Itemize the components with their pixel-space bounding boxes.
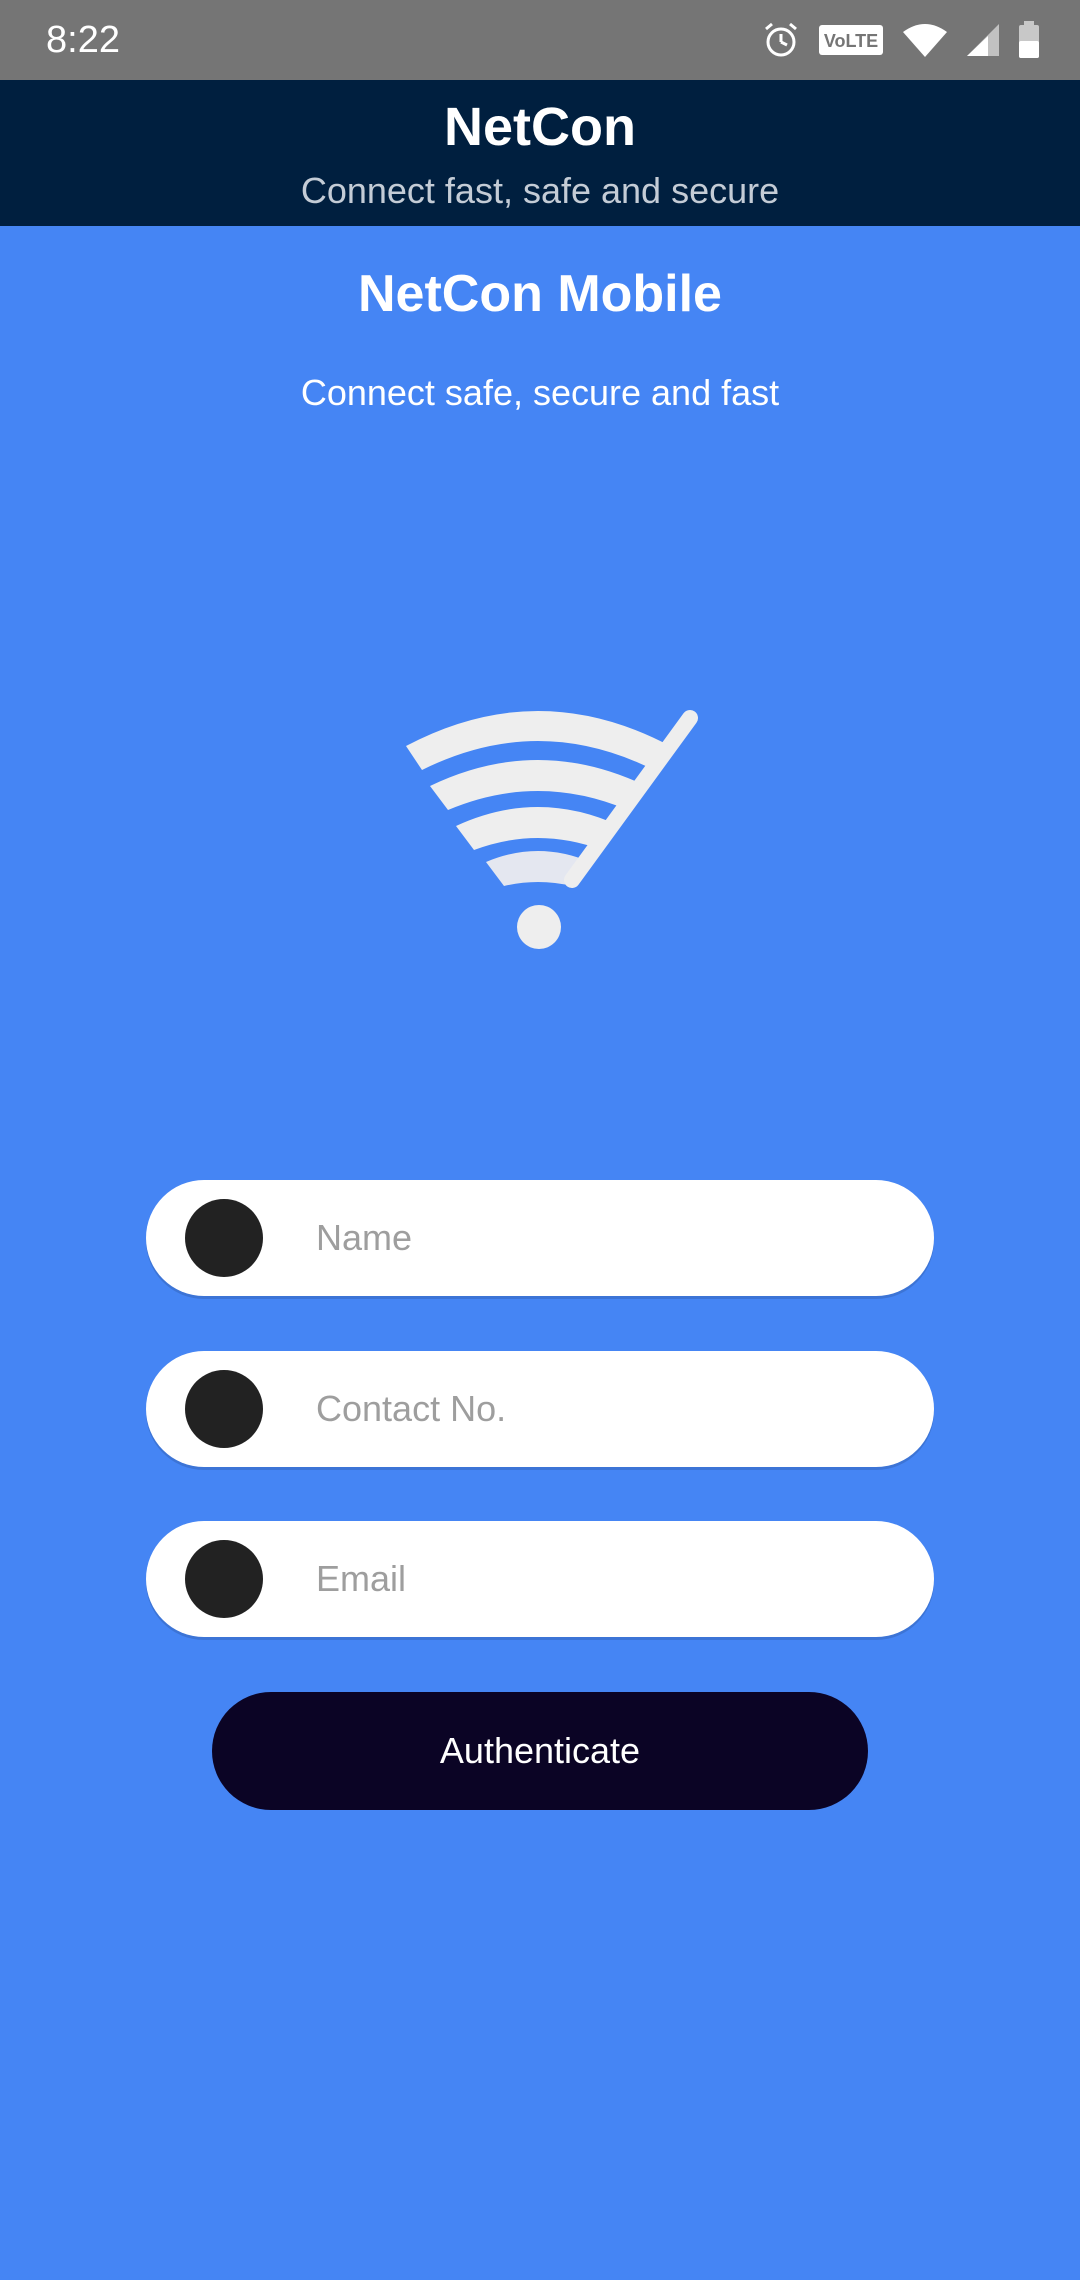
volte-icon: VoLTE (818, 23, 884, 57)
email-field-icon (185, 1540, 263, 1618)
contact-field-icon (185, 1370, 263, 1448)
email-input[interactable] (316, 1521, 896, 1637)
cell-signal-icon (966, 22, 1000, 58)
app-subtitle: Connect fast, safe and secure (300, 170, 780, 211)
alarm-icon (762, 21, 800, 59)
contact-input[interactable] (316, 1351, 896, 1467)
page-heading: NetCon Mobile (358, 265, 722, 323)
authenticate-button[interactable]: Authenticate (212, 1692, 868, 1810)
svg-text:VoLTE: VoLTE (824, 31, 878, 51)
battery-icon (1018, 21, 1040, 59)
name-field-icon (185, 1199, 263, 1277)
contact-field[interactable] (146, 1351, 934, 1467)
status-bar: 8:22 VoLTE (0, 0, 1080, 80)
wifi-off-icon (400, 690, 700, 960)
status-icons: VoLTE (762, 0, 1040, 80)
page-tagline: Connect safe, secure and fast (300, 372, 780, 413)
wifi-icon (902, 22, 948, 58)
app-title: NetCon (444, 97, 636, 157)
app-bar: NetCon Connect fast, safe and secure (0, 80, 1080, 226)
email-field[interactable] (146, 1521, 934, 1637)
status-time: 8:22 (46, 19, 120, 61)
name-field[interactable] (146, 1180, 934, 1296)
name-input[interactable] (316, 1180, 896, 1296)
